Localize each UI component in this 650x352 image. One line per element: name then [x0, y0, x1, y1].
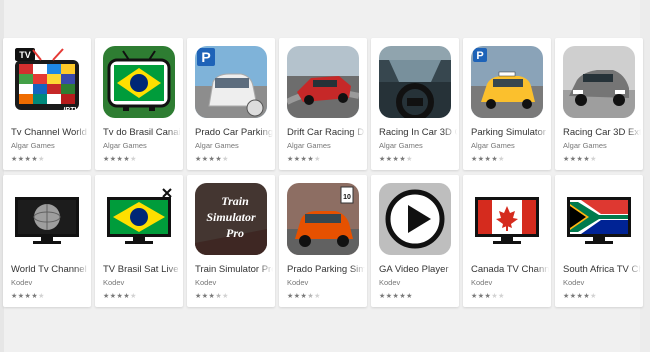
- app-card[interactable]: TV IPTV Tv Channel World Algar Games ★★★…: [3, 38, 91, 170]
- app-title[interactable]: Prado Parking Simulator: [287, 264, 365, 275]
- app-title[interactable]: Racing Car 3D Extreme: [563, 127, 641, 138]
- tv-flags-icon: TV IPTV: [11, 46, 83, 118]
- app-card[interactable]: P Prado Car Parking Algar Games ★★★★★: [187, 38, 275, 170]
- tv-label: TV: [19, 50, 31, 60]
- train-title-line3: Pro: [226, 226, 244, 240]
- app-developer[interactable]: Kodev: [471, 278, 492, 287]
- app-card[interactable]: GA Video Player Kodev ★★★★★: [371, 175, 459, 307]
- train-title-line2: Simulator: [206, 210, 256, 224]
- train-title-line1: Train: [221, 194, 249, 208]
- app-title[interactable]: GA Video Player: [379, 264, 457, 275]
- parking-sign-letter: P: [476, 50, 483, 62]
- rating-stars: ★★★★★: [563, 293, 597, 300]
- rating-stars: ★★★★★: [11, 293, 45, 300]
- app-title[interactable]: Canada TV Channels: [471, 264, 549, 275]
- parking-car-icon: P: [195, 46, 267, 118]
- rating-stars: ★★★★★: [471, 293, 505, 300]
- app-developer[interactable]: Kodev: [103, 278, 124, 287]
- app-card[interactable]: P Parking Simulator Pro Algar Games ★★★★…: [463, 38, 551, 170]
- rating-stars: ★★★★★: [103, 156, 137, 163]
- app-developer[interactable]: Algar Games: [287, 141, 331, 150]
- rating-stars: ★★★★★: [379, 156, 413, 163]
- app-title[interactable]: Prado Car Parking: [195, 127, 273, 138]
- app-developer[interactable]: Algar Games: [379, 141, 423, 150]
- app-developer[interactable]: Kodev: [379, 278, 400, 287]
- app-card[interactable]: TV Brasil Sat Live Kodev ★★★★★: [95, 175, 183, 307]
- app-card[interactable]: 10 Prado Parking Simulator Kodev ★★★★★: [279, 175, 367, 307]
- app-title[interactable]: Parking Simulator Pro: [471, 127, 549, 138]
- speed-sign: 10: [343, 194, 351, 201]
- app-developer[interactable]: Algar Games: [11, 141, 55, 150]
- brazil-tv-icon: [103, 46, 175, 118]
- globe-tv-icon: [11, 183, 83, 255]
- app-card[interactable]: Drift Car Racing Drive Algar Games ★★★★★: [279, 38, 367, 170]
- rating-stars: ★★★★★: [379, 293, 413, 300]
- app-developer[interactable]: Algar Games: [103, 141, 147, 150]
- app-title[interactable]: Tv do Brasil Canais: [103, 127, 181, 138]
- rating-stars: ★★★★★: [563, 156, 597, 163]
- app-card[interactable]: South Africa TV Channels Kodev ★★★★★: [555, 175, 643, 307]
- sports-car-icon: [563, 46, 635, 118]
- app-title[interactable]: Tv Channel World: [11, 127, 89, 138]
- app-card[interactable]: Tv do Brasil Canais Algar Games ★★★★★: [95, 38, 183, 170]
- app-developer[interactable]: Algar Games: [195, 141, 239, 150]
- app-title[interactable]: South Africa TV Channels: [563, 264, 641, 275]
- app-card[interactable]: World Tv Channel - Live Kodev ★★★★★: [3, 175, 91, 307]
- app-title[interactable]: World Tv Channel - Live: [11, 264, 89, 275]
- app-card[interactable]: Canada TV Channels Kodev ★★★★★: [463, 175, 551, 307]
- app-developer[interactable]: Kodev: [287, 278, 308, 287]
- prado-parking-icon: 10: [287, 183, 359, 255]
- canada-tv-icon: [471, 183, 543, 255]
- parking-sign-letter: P: [201, 49, 210, 65]
- iptv-label: IPTV: [63, 107, 80, 114]
- app-title[interactable]: Drift Car Racing Drive: [287, 127, 365, 138]
- yellow-car-parking-icon: P: [471, 46, 543, 118]
- play-button-icon: [379, 183, 451, 255]
- rating-stars: ★★★★★: [11, 156, 45, 163]
- app-card[interactable]: Racing Car 3D Extreme Algar Games ★★★★★: [555, 38, 643, 170]
- app-title[interactable]: Train Simulator Pro: [195, 264, 273, 275]
- rating-stars: ★★★★★: [103, 293, 137, 300]
- app-title[interactable]: Racing In Car 3D Game: [379, 127, 457, 138]
- train-simulator-icon: Train Simulator Pro: [195, 183, 267, 255]
- app-card[interactable]: Racing In Car 3D Game Algar Games ★★★★★: [371, 38, 459, 170]
- rating-stars: ★★★★★: [195, 156, 229, 163]
- car-interior-icon: [379, 46, 451, 118]
- app-developer[interactable]: Algar Games: [563, 141, 607, 150]
- app-developer[interactable]: Kodev: [195, 278, 216, 287]
- app-title[interactable]: TV Brasil Sat Live: [103, 264, 181, 275]
- rating-stars: ★★★★★: [287, 293, 321, 300]
- south-africa-tv-icon: [563, 183, 635, 255]
- app-developer[interactable]: Algar Games: [471, 141, 515, 150]
- drift-car-icon: [287, 46, 359, 118]
- brazil-monitor-icon: [103, 183, 175, 255]
- rating-stars: ★★★★★: [195, 293, 229, 300]
- app-developer[interactable]: Kodev: [563, 278, 584, 287]
- app-developer[interactable]: Kodev: [11, 278, 32, 287]
- app-card[interactable]: Train Simulator Pro Train Simulator Pro …: [187, 175, 275, 307]
- rating-stars: ★★★★★: [287, 156, 321, 163]
- rating-stars: ★★★★★: [471, 156, 505, 163]
- app-grid: TV IPTV Tv Channel World Algar Games ★★★…: [0, 0, 650, 352]
